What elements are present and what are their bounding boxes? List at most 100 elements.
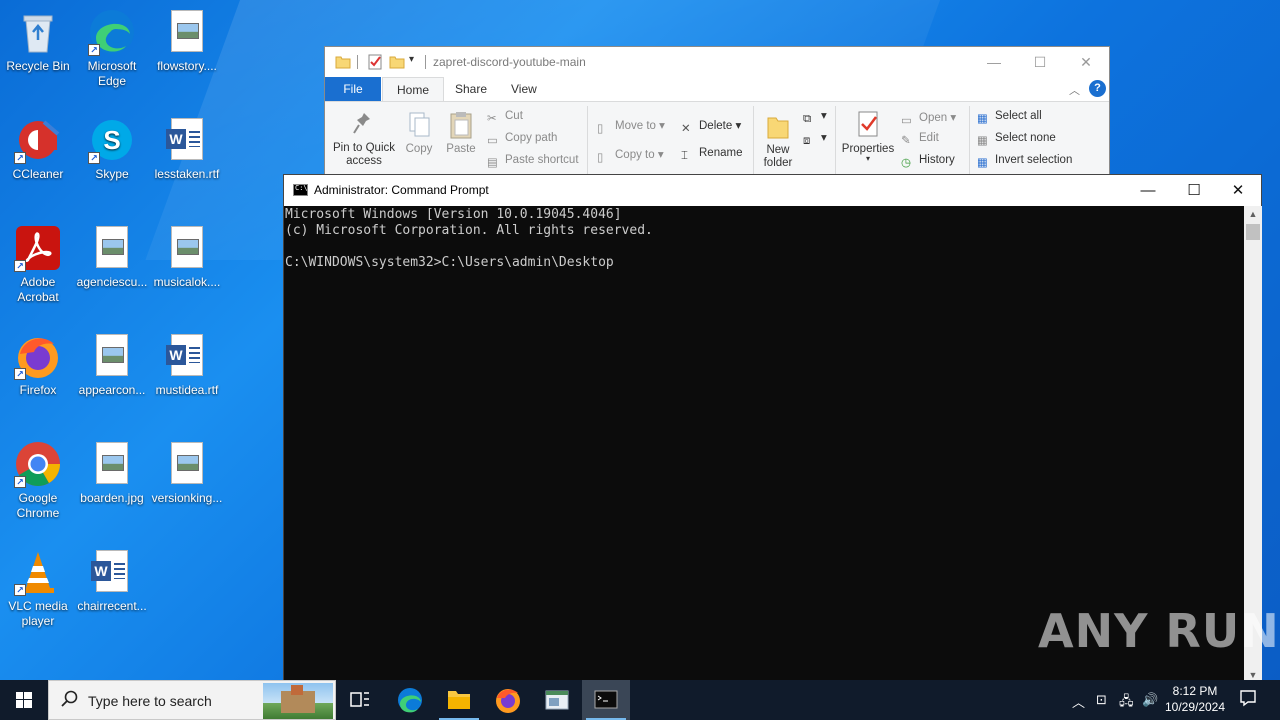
taskbar-clock[interactable]: 8:12 PM 10/29/2024: [1156, 683, 1234, 715]
open-button[interactable]: ▭ Open ▾: [901, 110, 956, 127]
desktop-icon-mustidea[interactable]: mustidea.rtf: [149, 332, 225, 398]
desktop-icon-label: VLC media player: [8, 599, 68, 628]
explorer-maximize-button[interactable]: ☐: [1017, 47, 1063, 77]
desktop-icon-adobe-acrobat[interactable]: ↗ Adobe Acrobat: [0, 224, 76, 305]
word-document-icon: [163, 332, 211, 380]
desktop-icon-chairrecent[interactable]: chairrecent...: [74, 548, 150, 614]
select-none-button[interactable]: ▦ Select none: [977, 132, 1056, 147]
meet-now-icon[interactable]: ⊡: [1096, 692, 1107, 708]
invert-selection-button[interactable]: ▦ Invert selection: [977, 154, 1072, 169]
pin-icon: [353, 113, 370, 134]
scroll-up-icon[interactable]: ▲: [1244, 206, 1262, 222]
desktop-icon-ccleaner[interactable]: ↗ CCleaner: [0, 116, 76, 182]
new-folder-button[interactable]: New folder: [761, 110, 795, 170]
copy-path-label: Copy path: [505, 132, 558, 144]
properties-qa-icon[interactable]: [367, 54, 383, 70]
desktop-icon-versionking[interactable]: versionking...: [149, 440, 225, 506]
desktop-icon-skype[interactable]: S ↗ Skype: [74, 116, 150, 182]
delete-button[interactable]: ✕ Delete ▾: [681, 118, 741, 135]
desktop-icon-vlc-media-player[interactable]: ↗ VLC media player: [0, 548, 76, 629]
collapse-ribbon-icon[interactable]: ︿: [1069, 82, 1080, 98]
taskbar-app-button[interactable]: [533, 680, 581, 720]
desktop-icon-label: boarden.jpg: [80, 491, 144, 505]
help-icon[interactable]: ?: [1089, 80, 1106, 97]
notifications-icon[interactable]: [1239, 689, 1257, 710]
cmd-minimize-button[interactable]: —: [1125, 175, 1171, 206]
invert-selection-label: Invert selection: [995, 154, 1073, 166]
taskbar-command-prompt-button[interactable]: [582, 680, 630, 720]
cut-label: Cut: [505, 110, 523, 122]
desktop-icon-label: Firefox: [19, 383, 57, 397]
select-all-button[interactable]: ▦ Select all: [977, 110, 1042, 125]
shortcut-arrow-icon: ↗: [14, 476, 26, 488]
file-explorer-icon: [448, 691, 470, 709]
network-icon[interactable]: 🖧: [1119, 692, 1134, 714]
pin-to-quick-access-button[interactable]: Pin to Quick access: [333, 110, 395, 168]
tab-share[interactable]: Share: [441, 77, 501, 101]
paste-shortcut-button[interactable]: ▤ Paste shortcut: [487, 154, 579, 169]
taskbar-edge-button[interactable]: [386, 680, 434, 720]
scroll-down-icon[interactable]: ▼: [1244, 667, 1262, 680]
desktop-icon-boarden[interactable]: boarden.jpg: [74, 440, 150, 506]
desktop-icon-recycle-bin[interactable]: Recycle Bin: [0, 8, 76, 74]
divider: [357, 55, 358, 69]
rename-button[interactable]: ⌶ Rename: [681, 147, 742, 164]
svg-text:S: S: [103, 125, 120, 155]
copy-path-button[interactable]: ▭ Copy path: [487, 132, 557, 147]
edit-button[interactable]: ✎ Edit: [901, 132, 939, 147]
desktop-icon-agenciescu[interactable]: agenciescu...: [74, 224, 150, 290]
desktop-icon-google-chrome[interactable]: ↗ Google Chrome: [0, 440, 76, 521]
task-view-button[interactable]: [336, 680, 384, 720]
console-line: Microsoft Windows [Version 10.0.19045.40…: [285, 207, 622, 222]
desktop-icon-flowstory[interactable]: flowstory....: [149, 8, 225, 74]
new-folder-qa-icon[interactable]: [389, 54, 405, 70]
desktop-icon-label: Skype: [95, 167, 129, 181]
easy-access-button[interactable]: ⧈ ▾: [803, 130, 827, 149]
image-file-icon: [88, 440, 136, 488]
show-hidden-icons-chevron-icon[interactable]: ︿: [1072, 692, 1085, 711]
cmd-close-button[interactable]: ✕: [1215, 175, 1261, 206]
properties-icon: [858, 111, 878, 137]
console-prompt-line: C:\WINDOWS\system32>C:\Users\admin\Deskt…: [285, 255, 614, 270]
customize-qa-icon[interactable]: ▾: [409, 54, 425, 70]
cmd-titlebar[interactable]: Administrator: Command Prompt — ☐ ✕: [284, 175, 1261, 206]
firefox-icon: [496, 689, 520, 713]
desktop: Recycle Bin ↗ CCleaner ↗ Adobe Acrobat ↗…: [0, 0, 1280, 680]
skype-icon: S ↗: [88, 116, 136, 164]
explorer-titlebar[interactable]: ▾ zapret-discord-youtube-main — ☐ ✕: [325, 47, 1109, 77]
command-prompt-icon: [293, 184, 308, 196]
desktop-icon-firefox[interactable]: ↗ Firefox: [0, 332, 76, 398]
shortcut-arrow-icon: ↗: [14, 584, 26, 596]
taskbar-file-explorer-button[interactable]: [435, 680, 483, 720]
start-button[interactable]: [0, 680, 48, 720]
cut-button[interactable]: ✂ Cut: [487, 110, 523, 125]
explorer-minimize-button[interactable]: —: [971, 47, 1017, 77]
image-file-icon: [163, 224, 211, 272]
tab-file[interactable]: File: [325, 77, 381, 101]
desktop-icon-microsoft-edge[interactable]: ↗ Microsoft Edge: [74, 8, 150, 89]
paste-shortcut-icon: ▤: [487, 157, 498, 169]
explorer-close-button[interactable]: ✕: [1063, 47, 1109, 77]
desktop-icon-label: agenciescu...: [76, 275, 148, 289]
taskbar-search-box[interactable]: Type here to search: [48, 680, 336, 720]
copy-button[interactable]: Copy: [401, 110, 437, 155]
explorer-window-title: zapret-discord-youtube-main: [433, 55, 586, 69]
tab-view[interactable]: View: [497, 77, 551, 101]
copy-icon: [409, 112, 430, 137]
desktop-icon-lesstaken[interactable]: lesstaken.rtf: [149, 116, 225, 182]
properties-button[interactable]: Properties ▾: [841, 110, 895, 163]
move-to-button[interactable]: ▯ Move to ▾: [597, 118, 665, 135]
paste-button[interactable]: Paste: [443, 110, 479, 155]
copy-to-button[interactable]: ▯ Copy to ▾: [597, 147, 664, 164]
cmd-maximize-button[interactable]: ☐: [1171, 175, 1217, 206]
history-button[interactable]: ◷ History: [901, 154, 955, 169]
taskbar-firefox-button[interactable]: [484, 680, 532, 720]
desktop-icon-musicalok[interactable]: musicalok....: [149, 224, 225, 290]
new-item-button[interactable]: ⧉ ▾: [803, 108, 827, 127]
desktop-icon-appearcon[interactable]: appearcon...: [74, 332, 150, 398]
tab-home[interactable]: Home: [382, 77, 445, 101]
edit-label: Edit: [919, 132, 939, 144]
shortcut-arrow-icon: ↗: [14, 260, 26, 272]
scrollbar-thumb[interactable]: [1246, 224, 1260, 240]
new-folder-label: New folder: [763, 144, 793, 169]
